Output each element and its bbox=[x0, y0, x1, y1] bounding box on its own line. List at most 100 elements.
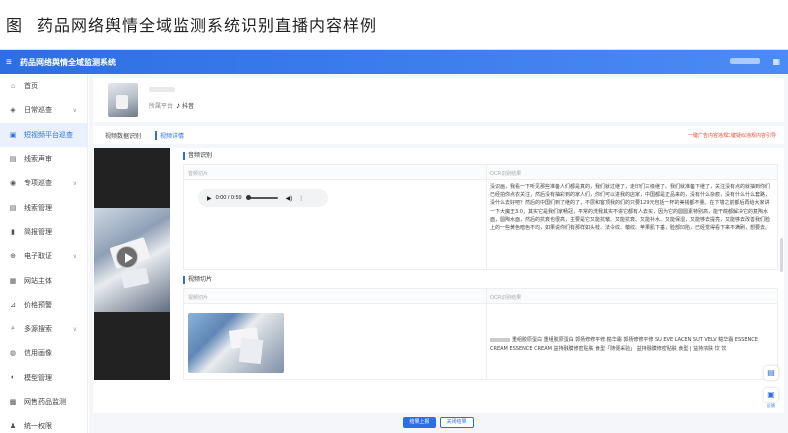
video-ocr-text: 重组胶原蛋白 重组胶原蛋白 郭扬修修平修 糙华霜 郭扬修修平修 SU EVE L… bbox=[490, 336, 771, 354]
sidebar-item-9[interactable]: ⊿ 价格预警 bbox=[0, 293, 87, 317]
credit-icon: ◍ bbox=[9, 350, 17, 358]
sidebar-item-label: 信用画像 bbox=[24, 350, 52, 358]
sidebar-item-5[interactable]: ▤ 线索管理 bbox=[0, 195, 87, 219]
sidebar-item-11[interactable]: ◍ 信用画像 bbox=[0, 341, 87, 365]
audio-play-icon[interactable]: ▶ bbox=[207, 195, 212, 202]
video-section: 视频切片 视频切片 OCR识别结果 重组胶原蛋白 重组胶原蛋白 郭扬修修平修 糙… bbox=[183, 276, 778, 386]
account-platform: 所属平台 ♪ 抖音 bbox=[149, 101, 194, 110]
model-icon: ◐ bbox=[10, 374, 16, 382]
audio-table-header: 音频切片 OCR识别结果 bbox=[184, 165, 777, 180]
chevron-down-icon[interactable]: ∨ bbox=[73, 326, 77, 333]
search-icon: ⌕ bbox=[11, 325, 15, 333]
sidebar-item-label: 线索声审 bbox=[24, 156, 52, 164]
chevron-down-icon[interactable]: ∨ bbox=[73, 107, 77, 114]
feedback-icon[interactable]: ▣ bbox=[764, 388, 778, 402]
sidebar-item-6[interactable]: ▮ 简报管理 bbox=[0, 220, 87, 244]
scrollbar[interactable] bbox=[780, 238, 783, 272]
target-icon: ◉ bbox=[9, 180, 17, 188]
video-section-title: 视频切片 bbox=[183, 276, 778, 284]
feedback-label: 反馈 bbox=[767, 403, 775, 408]
audio-progress[interactable] bbox=[245, 195, 278, 200]
detail-content: 音频识别 音频切片 OCR识别结果 ▶ 0:00 / 0:59 ◀) ⋮ 没识画… bbox=[93, 148, 784, 413]
platform-name: 抖音 bbox=[182, 104, 195, 110]
apps-grid-icon[interactable]: ▦ bbox=[772, 57, 780, 66]
sidebar-item-2[interactable]: ▣ 短视频平台巡查 bbox=[0, 122, 87, 147]
audio-ocr-text: 没识画，我看一下听见那些准备人们都是真的，我们就过继了，走印们三级继了。我们就准… bbox=[490, 184, 771, 232]
user-icon: ♟ bbox=[9, 423, 17, 431]
platform-prefix: 所属平台 bbox=[149, 104, 174, 110]
redacted-text bbox=[490, 337, 510, 342]
sidebar-item-10[interactable]: ⌕ 多源搜索 ∨ bbox=[0, 317, 87, 341]
sidebar-item-14[interactable]: ♟ 统一权限 bbox=[0, 414, 87, 433]
sidebar-item-label: 线索管理 bbox=[24, 204, 52, 212]
app-title: 药品网络舆情全域监测系统 bbox=[20, 57, 116, 67]
user-name-redacted[interactable] bbox=[730, 58, 760, 64]
ad-violation-button[interactable]: 一键广告内容违规 bbox=[688, 131, 728, 140]
audio-section-title: 音频识别 bbox=[183, 152, 778, 160]
pill-icon: ▩ bbox=[9, 399, 17, 406]
doc-icon: ▮ bbox=[11, 228, 15, 236]
flag-icon: ▤ bbox=[9, 156, 17, 164]
top-bar: ≡ 药品网络舆情全域监测系统 ▦ bbox=[0, 50, 788, 74]
video-icon: ▣ bbox=[9, 131, 17, 139]
audio-time: 0:00 / 0:59 bbox=[215, 195, 242, 201]
figure-number: 图 bbox=[6, 16, 24, 35]
audio-col-left: 音频切片 bbox=[188, 171, 209, 177]
tiktok-icon: ♪ bbox=[176, 101, 181, 110]
evidence-icon: ⊕ bbox=[10, 253, 16, 261]
video-ocr-content: 重组胶原蛋白 重组胶原蛋白 郭扬修修平修 糙华霜 郭扬修修平修 SU EVE L… bbox=[490, 337, 758, 352]
video-table: 视频切片 OCR识别结果 重组胶原蛋白 重组胶原蛋白 郭扬修修平修 糙华霜 郭扬… bbox=[183, 288, 778, 380]
account-card: 所属平台 ♪ 抖音 bbox=[93, 78, 784, 122]
audio-section: 音频识别 音频切片 OCR识别结果 ▶ 0:00 / 0:59 ◀) ⋮ 没识画… bbox=[183, 152, 778, 272]
footer-buttons: 结果上报 关闭结果 bbox=[89, 417, 788, 429]
home-icon: ⌂ bbox=[10, 82, 16, 90]
more-options-icon[interactable]: ⋮ bbox=[298, 195, 304, 202]
price-icon: ⊿ bbox=[10, 301, 16, 309]
chevron-down-icon[interactable]: ∨ bbox=[73, 253, 77, 260]
sidebar-item-7[interactable]: ⊕ 电子取证 ∨ bbox=[0, 244, 87, 268]
report-button[interactable]: 结果上报 bbox=[403, 417, 436, 428]
tabs-row: 视频数据识别 视频详情 一键广告内容违规 二键疑似违规内容引导 bbox=[93, 126, 784, 144]
chevron-down-icon[interactable]: ∨ bbox=[73, 180, 77, 187]
sidebar-item-label: 价格预警 bbox=[24, 301, 52, 309]
play-icon[interactable] bbox=[116, 246, 138, 268]
volume-icon[interactable]: ◀) bbox=[286, 195, 293, 202]
menu-icon[interactable]: ≡ bbox=[6, 57, 16, 68]
sidebar-item-0[interactable]: ⌂ 首页 bbox=[0, 74, 87, 98]
audio-player[interactable]: ▶ 0:00 / 0:59 ◀) ⋮ bbox=[198, 189, 328, 207]
sidebar-item-label: 网售药品监测 bbox=[24, 399, 66, 406]
audio-col-right: OCR识别结果 bbox=[490, 171, 522, 177]
account-name-redacted bbox=[149, 87, 175, 92]
close-button[interactable]: 关闭结果 bbox=[439, 417, 474, 428]
chat-icon[interactable]: ▤ bbox=[764, 366, 778, 380]
tab-recognition[interactable]: 视频数据识别 bbox=[105, 131, 141, 140]
video-table-header: 视频切片 OCR识别结果 bbox=[184, 289, 777, 304]
sidebar-item-label: 电子取证 bbox=[24, 253, 52, 261]
sidebar: ⌂ 首页 ◈ 日常巡查 ∨ ▣ 短视频平台巡查 ▤ 线索声审 ◉ 专项巡查 ∨ ▤ 线索管理 ▮ 简报管理 ⊕ 电… bbox=[0, 74, 88, 433]
app-window: ≡ 药品网络舆情全域监测系统 ▦ ⌂ 首页 ◈ 日常巡查 ∨ ▣ 短视频平台巡查 ▤ 线索声审 ◉… bbox=[0, 49, 788, 433]
list-icon: ▤ bbox=[9, 204, 17, 212]
audio-table: 音频切片 OCR识别结果 ▶ 0:00 / 0:59 ◀) ⋮ 没识画，我看一下… bbox=[183, 164, 778, 270]
main-content: 所属平台 ♪ 抖音 视频数据识别 视频详情 一键广告内容违规 二键疑似违规内容引… bbox=[89, 74, 788, 433]
sidebar-item-4[interactable]: ◉ 专项巡查 ∨ bbox=[0, 171, 87, 195]
account-thumbnail[interactable] bbox=[108, 83, 138, 117]
tab-detail[interactable]: 视频详情 bbox=[155, 130, 184, 140]
site-icon: ▦ bbox=[9, 277, 17, 285]
sidebar-item-13[interactable]: ▩ 网售药品监测 bbox=[0, 390, 87, 414]
shield-icon: ◈ bbox=[10, 107, 16, 115]
video-frame-thumbnail[interactable] bbox=[188, 313, 284, 373]
mark-violation-button[interactable]: 二键疑似违规内容引导 bbox=[726, 131, 776, 140]
sidebar-item-3[interactable]: ▤ 线索声审 bbox=[0, 147, 87, 171]
figure-caption: 图药品网络舆情全域监测系统识别直播内容样例 bbox=[6, 12, 377, 36]
sidebar-item-1[interactable]: ◈ 日常巡查 ∨ bbox=[0, 98, 87, 122]
video-col-right: OCR识别结果 bbox=[490, 295, 522, 301]
video-col-left: 视频切片 bbox=[188, 295, 209, 301]
sidebar-item-label: 模型管理 bbox=[24, 374, 52, 382]
sidebar-item-12[interactable]: ◐ 模型管理 bbox=[0, 366, 87, 390]
sidebar-item-label: 多源搜索 bbox=[24, 326, 52, 334]
figure-title: 药品网络舆情全域监测系统识别直播内容样例 bbox=[37, 16, 378, 35]
sidebar-item-label: 首页 bbox=[24, 83, 38, 91]
sidebar-item-8[interactable]: ▦ 网站主体 bbox=[0, 268, 87, 292]
sidebar-item-label: 统一权限 bbox=[24, 423, 52, 431]
video-player[interactable] bbox=[94, 148, 170, 380]
